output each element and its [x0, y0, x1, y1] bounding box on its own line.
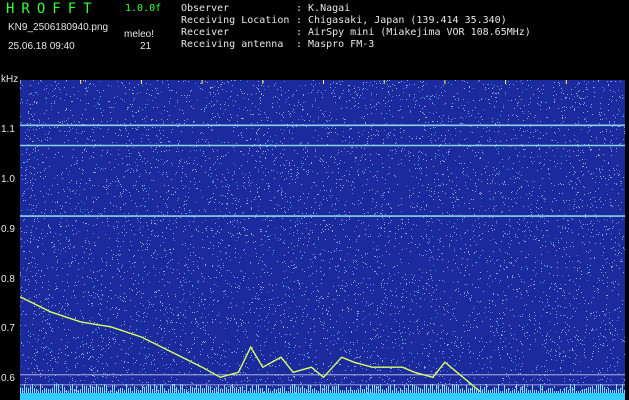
location-label: Receiving Location — [181, 15, 290, 26]
location-value: : Chigasaki, Japan (139.414 35.340) — [296, 15, 507, 26]
receiver-label: Receiver — [181, 27, 230, 38]
receiver-value: : AirSpy mini (Miakejima VOR 108.65MHz) — [296, 27, 531, 38]
y-tick-label: 1.1 — [1, 124, 15, 135]
y-axis-unit: kHz — [1, 74, 19, 85]
count-value: 21 — [140, 41, 152, 52]
date-time: 25.06.18 09:40 — [8, 41, 75, 52]
observer-value: : K.Nagai — [296, 3, 351, 14]
antenna-label: Receiving antenna — [181, 39, 284, 50]
y-tick-label: 0.9 — [1, 224, 15, 235]
app-version: 1.0.0f — [125, 3, 162, 14]
spectrogram — [20, 80, 625, 400]
file-name: KN9_2506180940.png — [8, 22, 109, 33]
y-tick-label: 0.6 — [1, 373, 15, 384]
y-tick-label: 0.8 — [1, 274, 15, 285]
antenna-value: : Maspro FM-3 — [296, 39, 375, 50]
app-title: HROFFT — [6, 1, 99, 17]
y-tick-label: 0.7 — [1, 323, 15, 334]
observer-label: Observer — [181, 3, 230, 14]
mode-label: meleo! — [124, 29, 155, 40]
y-tick-label: 1.0 — [1, 174, 15, 185]
noise-floor — [20, 393, 625, 400]
